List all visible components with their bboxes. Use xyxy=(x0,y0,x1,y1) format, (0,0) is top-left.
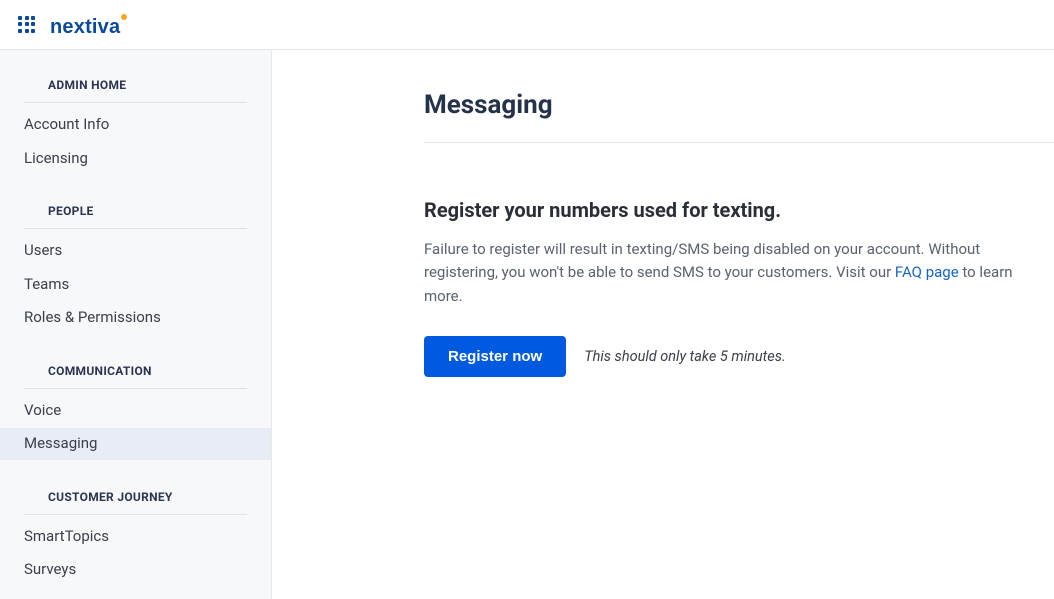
sidebar-item-users[interactable]: Users xyxy=(0,235,271,267)
app-launcher-icon[interactable] xyxy=(18,16,36,34)
main-content: Messaging Register your numbers used for… xyxy=(272,50,1054,599)
sidebar-item-smarttopics[interactable]: SmartTopics xyxy=(0,521,271,553)
top-bar: nextiva xyxy=(0,0,1054,50)
nav-section: COMMUNICATION VoiceMessaging xyxy=(0,364,271,460)
nav-section-header: COMMUNICATION xyxy=(24,364,247,389)
brand-logo[interactable]: nextiva xyxy=(50,13,142,37)
svg-text:nextiva: nextiva xyxy=(50,16,121,37)
nextiva-logo-icon: nextiva xyxy=(50,13,142,37)
nav-section: CUSTOMER JOURNEY SmartTopicsSurveys xyxy=(0,490,271,586)
sidebar-item-voice[interactable]: Voice xyxy=(0,395,271,427)
nav-section: ADMIN HOME Account InfoLicensing xyxy=(0,78,271,174)
sidebar-item-teams[interactable]: Teams xyxy=(0,269,271,301)
sidebar-item-surveys[interactable]: Surveys xyxy=(0,554,271,586)
section-description: Failure to register will result in texti… xyxy=(424,238,1024,308)
page-title: Messaging xyxy=(424,90,1054,120)
sidebar-item-roles-permissions[interactable]: Roles & Permissions xyxy=(0,302,271,334)
section-title: Register your numbers used for texting. xyxy=(424,198,1054,222)
sidebar-nav: ADMIN HOME Account InfoLicensing PEOPLE Use… xyxy=(0,50,272,599)
faq-link[interactable]: FAQ page xyxy=(895,263,959,281)
nav-section-header: CUSTOMER JOURNEY xyxy=(24,490,247,515)
sidebar-item-messaging[interactable]: Messaging xyxy=(0,428,271,460)
register-now-button[interactable]: Register now xyxy=(424,336,566,377)
nav-section: PEOPLE UsersTeamsRoles & Permissions xyxy=(0,204,271,334)
time-hint: This should only take 5 minutes. xyxy=(584,348,786,365)
title-divider xyxy=(424,142,1054,143)
sidebar-item-account-info[interactable]: Account Info xyxy=(0,109,271,141)
sidebar-item-licensing[interactable]: Licensing xyxy=(0,143,271,175)
nav-section-header: ADMIN HOME xyxy=(24,78,247,103)
action-row: Register now This should only take 5 min… xyxy=(424,336,1054,377)
nav-section-header: PEOPLE xyxy=(24,204,247,229)
